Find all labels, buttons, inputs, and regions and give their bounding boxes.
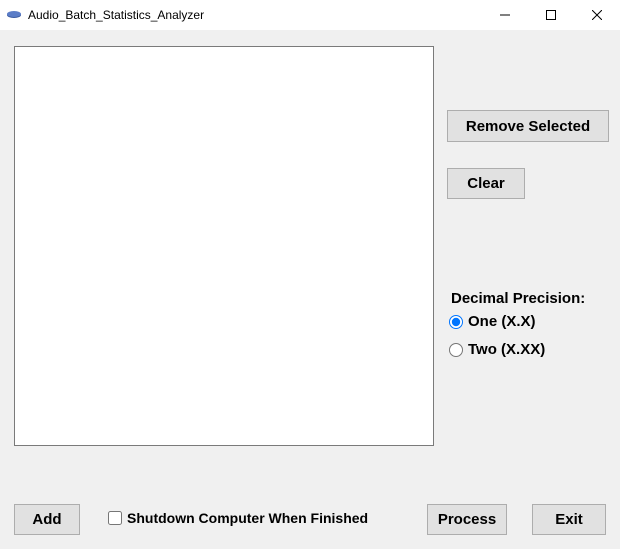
window-controls (482, 0, 620, 30)
decimal-precision-label: Decimal Precision: (451, 290, 585, 307)
decimal-precision-group: One (X.X) Two (X.XX) (449, 313, 545, 369)
radio-one[interactable] (449, 315, 463, 329)
radio-two-row: Two (X.XX) (449, 341, 545, 358)
remove-selected-button[interactable]: Remove Selected (447, 110, 609, 142)
close-button[interactable] (574, 0, 620, 30)
clear-button[interactable]: Clear (447, 168, 525, 199)
titlebar: Audio_Batch_Statistics_Analyzer (0, 0, 620, 30)
process-button[interactable]: Process (427, 504, 507, 535)
minimize-button[interactable] (482, 0, 528, 30)
maximize-button[interactable] (528, 0, 574, 30)
add-button[interactable]: Add (14, 504, 80, 535)
radio-two[interactable] (449, 343, 463, 357)
radio-two-label[interactable]: Two (X.XX) (468, 341, 545, 358)
shutdown-checkbox[interactable] (108, 511, 122, 525)
window-title: Audio_Batch_Statistics_Analyzer (28, 8, 482, 22)
client-area: Remove Selected Clear Decimal Precision:… (0, 30, 620, 549)
radio-one-label[interactable]: One (X.X) (468, 313, 536, 330)
exit-button[interactable]: Exit (532, 504, 606, 535)
app-icon (6, 7, 22, 23)
file-listbox[interactable] (14, 46, 434, 446)
shutdown-label[interactable]: Shutdown Computer When Finished (127, 510, 368, 526)
shutdown-row: Shutdown Computer When Finished (108, 510, 368, 526)
radio-one-row: One (X.X) (449, 313, 545, 330)
